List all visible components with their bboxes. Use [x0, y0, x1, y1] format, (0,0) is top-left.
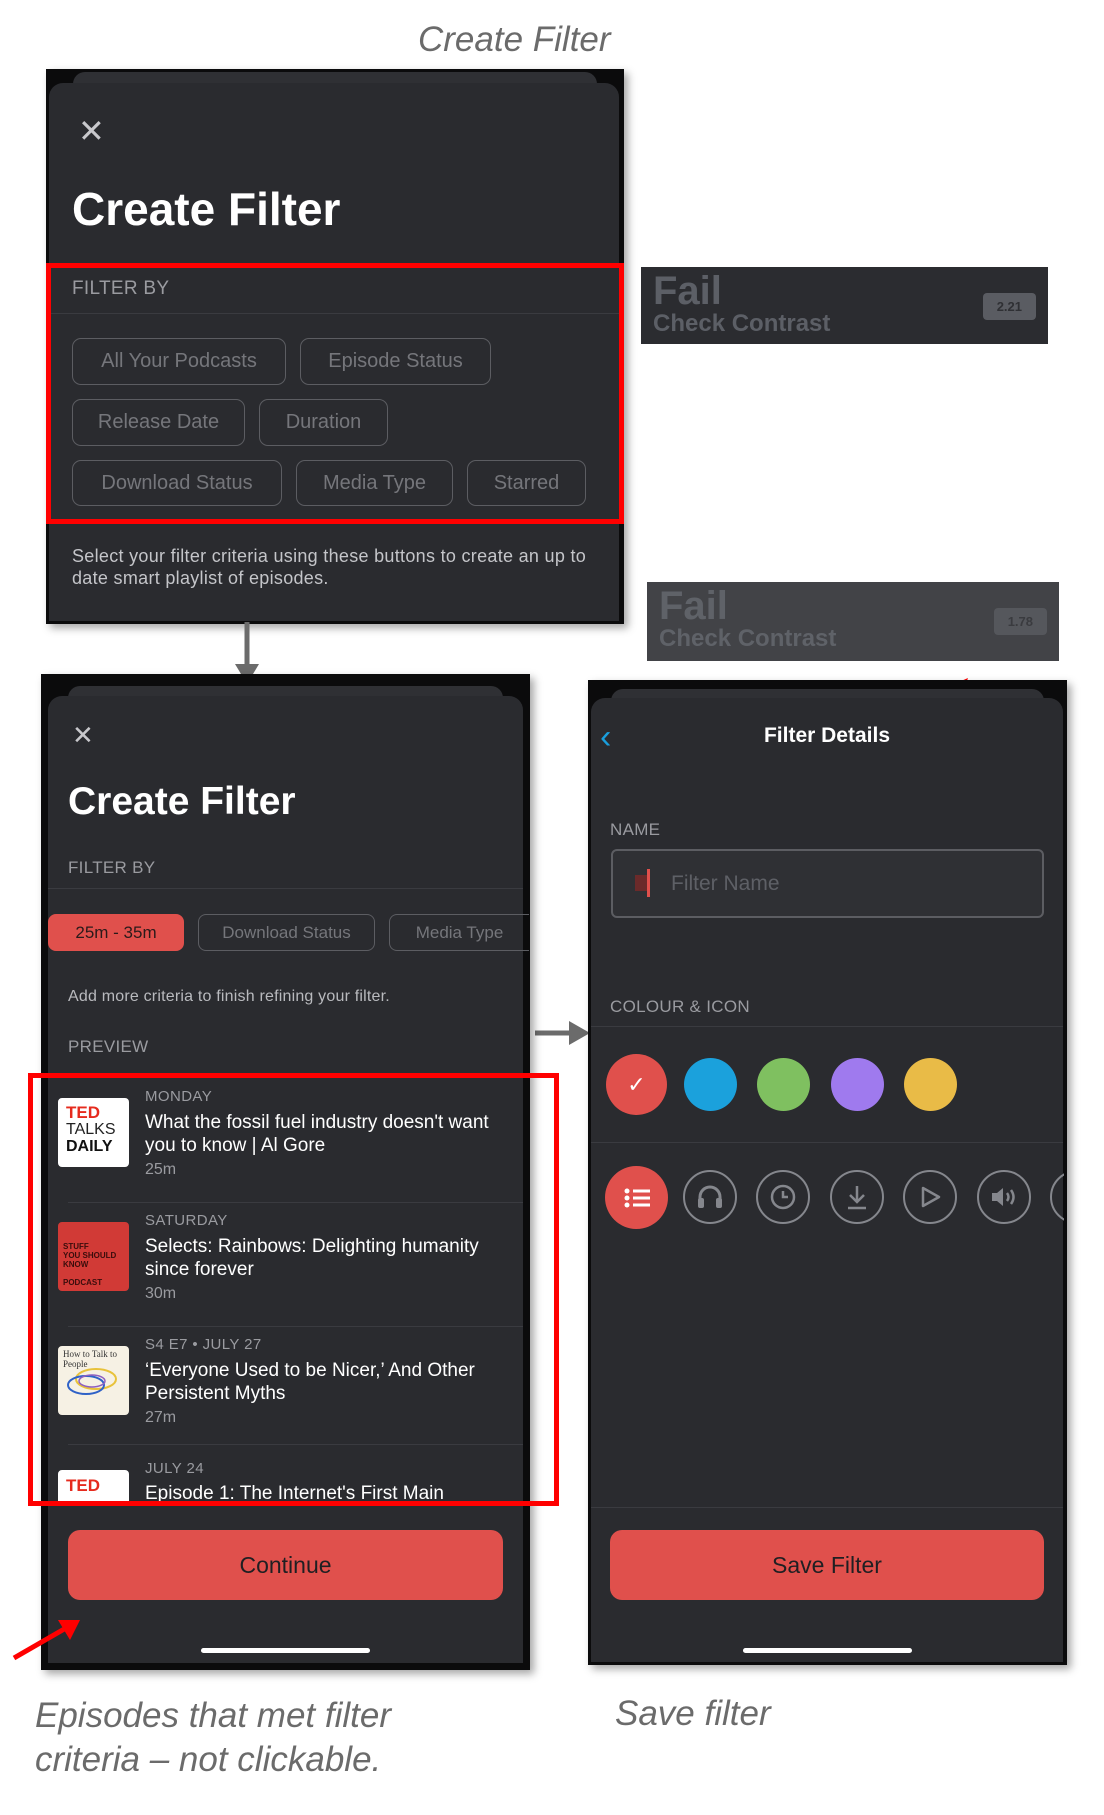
caption-save-filter: Save filter: [615, 1694, 771, 1733]
page-title: Create Filter: [72, 183, 341, 235]
speaker-icon[interactable]: [977, 1170, 1031, 1224]
highlight-preview-episodes: [28, 1073, 559, 1506]
contrast-ratio: 1.78: [993, 608, 1047, 635]
chip-download-status[interactable]: Download Status: [198, 914, 375, 951]
page-title: Filter Details: [763, 724, 891, 747]
caption-create-filter: Create Filter: [418, 20, 611, 59]
filter-by-label: FILTER BY: [68, 858, 156, 877]
contrast-note: Check Contrast: [659, 625, 837, 652]
name-label: NAME: [610, 820, 661, 839]
more-icon[interactable]: [1050, 1170, 1064, 1224]
color-red-selected[interactable]: ✓: [606, 1054, 667, 1115]
chip-media-type[interactable]: Media Type: [389, 914, 529, 951]
download-icon[interactable]: [830, 1170, 884, 1224]
contrast-check-1: Fail Check Contrast 2.21: [641, 267, 1048, 344]
highlight-filter-by: [46, 263, 624, 524]
play-icon[interactable]: [903, 1170, 957, 1224]
home-indicator: [201, 1648, 370, 1653]
arrow-right-icon: [535, 1021, 590, 1045]
refine-hint: Add more criteria to finish refining you…: [68, 988, 390, 1005]
home-indicator: [743, 1648, 912, 1653]
contrast-ratio: 2.21: [982, 293, 1036, 320]
color-green[interactable]: [757, 1058, 810, 1111]
list-icon[interactable]: [605, 1166, 668, 1229]
filter-description: Select your filter criteria using these …: [72, 546, 587, 588]
chip-duration-selected[interactable]: 25m - 35m: [48, 914, 184, 951]
caption-line: criteria – not clickable.: [35, 1740, 382, 1779]
clock-icon[interactable]: [756, 1170, 810, 1224]
continue-button[interactable]: Continue: [68, 1530, 503, 1600]
contrast-note: Check Contrast: [653, 310, 831, 337]
color-blue[interactable]: [684, 1058, 737, 1111]
text-cursor-icon: [635, 869, 655, 897]
page-title: Create Filter: [68, 780, 296, 823]
contrast-result: Fail: [659, 584, 728, 628]
preview-label: PREVIEW: [68, 1037, 149, 1056]
contrast-check-2: Fail Check Contrast 1.78: [647, 582, 1059, 661]
save-filter-button[interactable]: Save Filter: [610, 1530, 1044, 1600]
headphones-icon[interactable]: [683, 1170, 737, 1224]
filter-name-placeholder: Filter Name: [671, 872, 780, 895]
colour-icon-label: COLOUR & ICON: [610, 997, 750, 1016]
color-yellow[interactable]: [904, 1058, 957, 1111]
caption-episodes: Episodes that met filter criteria – not c…: [35, 1694, 391, 1782]
caption-line: Episodes that met filter: [35, 1696, 391, 1735]
checkmark-icon: ✓: [627, 1071, 646, 1097]
filter-name-input[interactable]: Filter Name: [611, 849, 1044, 918]
close-icon[interactable]: ✕: [78, 112, 105, 150]
contrast-result: Fail: [653, 269, 722, 313]
color-purple[interactable]: [831, 1058, 884, 1111]
